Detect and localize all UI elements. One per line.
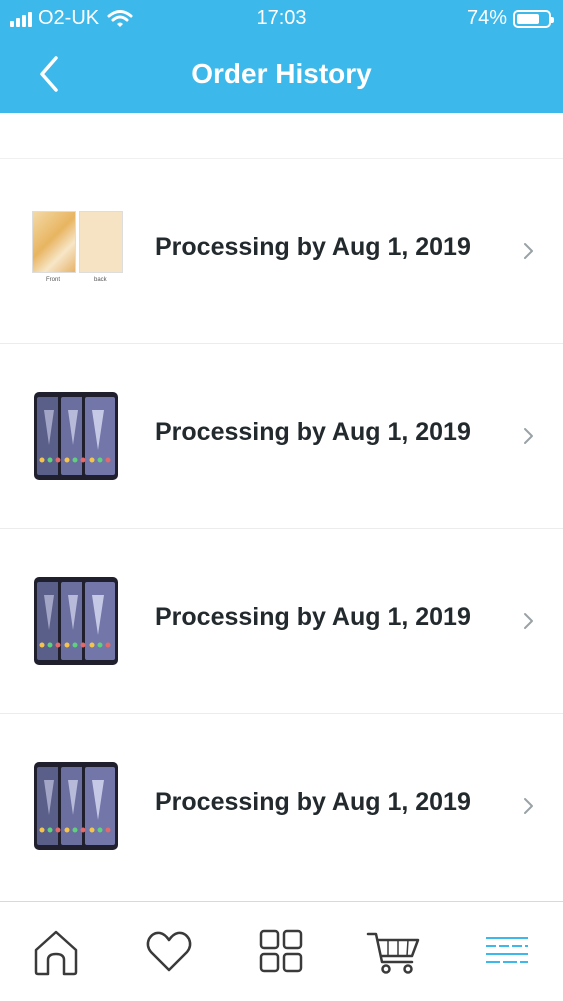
order-thumbnail — [34, 392, 118, 480]
cart-icon — [366, 932, 420, 974]
order-status: Processing by Aug 1, 2019 — [155, 233, 471, 261]
order-status: Processing by Aug 1, 2019 — [155, 418, 471, 446]
app-header: O2-UK 17:03 74% Order History — [0, 0, 563, 113]
chevron-right-icon — [524, 428, 533, 444]
status-bar: O2-UK 17:03 74% — [0, 0, 563, 36]
home-icon — [34, 930, 78, 976]
nav-bar: Order History — [0, 36, 563, 113]
tab-home[interactable] — [30, 926, 82, 978]
order-thumbnail — [34, 577, 118, 665]
tab-favorites[interactable] — [143, 926, 195, 978]
order-list: Front back Processing by Aug 1, 2019 Pro… — [0, 113, 563, 898]
order-status: Processing by Aug 1, 2019 — [155, 603, 471, 631]
phones-image — [34, 762, 118, 850]
thumb-label-front: Front — [46, 277, 61, 283]
battery-icon — [513, 9, 554, 28]
bottom-tab-bar — [0, 901, 563, 1001]
chevron-right-icon — [524, 798, 533, 814]
page-title: Order History — [191, 58, 372, 89]
menu-icon — [486, 937, 528, 963]
order-row[interactable]: Front back Processing by Aug 1, 2019 — [0, 159, 563, 344]
tab-cart[interactable] — [366, 926, 422, 978]
order-thumbnail: Front back — [32, 205, 124, 301]
order-status: Processing by Aug 1, 2019 — [155, 788, 471, 816]
phones-image — [34, 392, 118, 480]
order-row[interactable]: Processing by Aug 1, 2019 — [0, 714, 563, 898]
chevron-right-icon — [524, 613, 533, 629]
case-back-image — [79, 211, 123, 273]
list-top-spacer — [0, 113, 563, 159]
grid-icon — [259, 929, 303, 973]
order-row[interactable]: Processing by Aug 1, 2019 — [0, 344, 563, 529]
heart-icon — [146, 931, 192, 972]
case-front-image — [32, 211, 76, 273]
battery-level — [517, 13, 539, 24]
chevron-right-icon — [524, 243, 533, 259]
thumb-label-back: back — [94, 277, 107, 283]
status-right: 74% — [466, 7, 554, 30]
order-row[interactable]: Processing by Aug 1, 2019 — [0, 529, 563, 714]
tab-categories[interactable] — [256, 926, 308, 978]
phones-image — [34, 577, 118, 665]
battery-percentage: 74% — [466, 7, 507, 29]
tab-menu[interactable] — [481, 926, 533, 978]
order-thumbnail — [34, 762, 118, 850]
